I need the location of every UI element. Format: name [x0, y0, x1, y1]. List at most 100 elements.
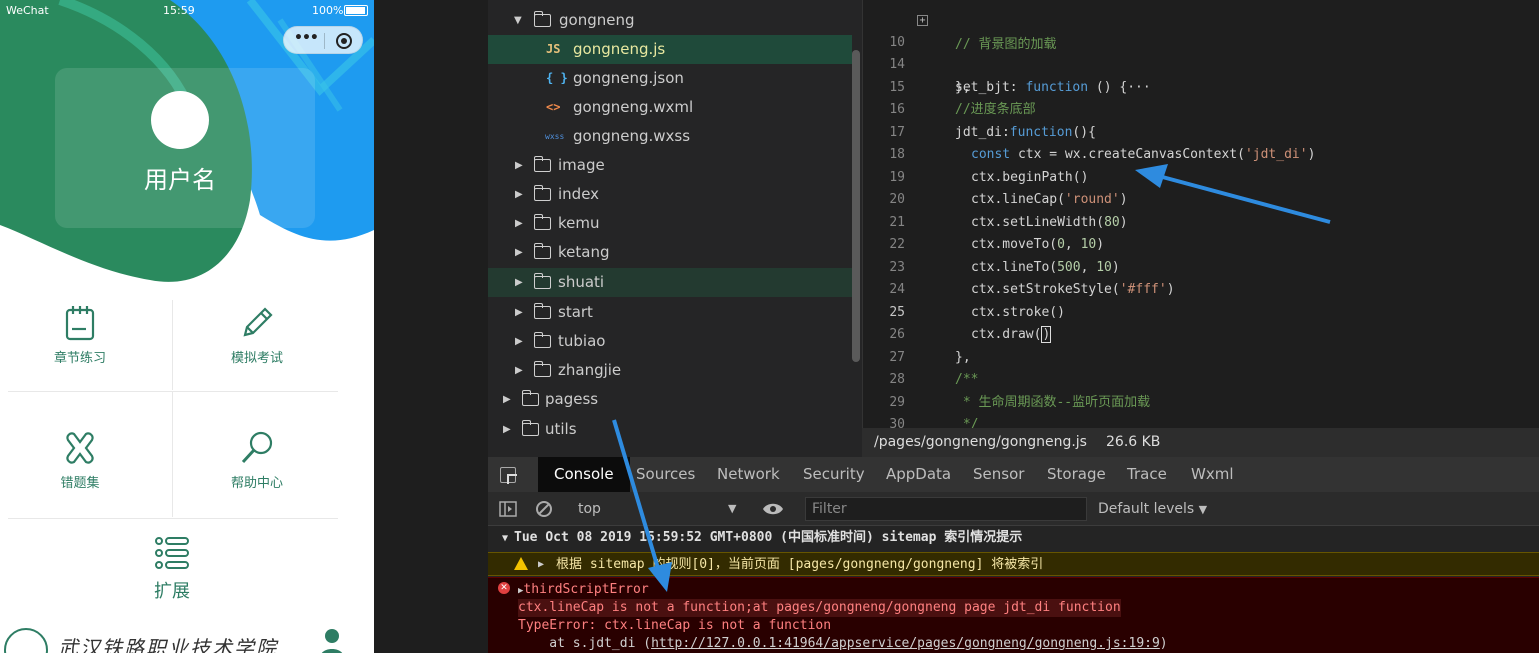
- code-line: 26 },: [863, 302, 1539, 365]
- code-line: 17 const ctx = wx.createCanvasContext('j…: [863, 99, 1539, 163]
- stack-source-link[interactable]: http://127.0.0.1:41964/appservice/pages/…: [651, 636, 1160, 651]
- tree-item-label: utils: [545, 420, 577, 438]
- file-path: /pages/gongneng/gongneng.js: [874, 434, 1087, 450]
- tree-item-label: index: [558, 185, 600, 203]
- tree-item-label: gongneng.json: [573, 69, 684, 87]
- tree-item-ketang[interactable]: ▶ ketang: [488, 238, 852, 267]
- tree-item-tubiao[interactable]: ▶ tubiao: [488, 327, 852, 356]
- menu-mistakes[interactable]: 错题集: [30, 430, 130, 491]
- code-line: 21 ctx.moveTo(0, 10): [863, 189, 1539, 253]
- collapsed-arrow-icon[interactable]: ▶: [515, 180, 523, 209]
- tree-item-gongneng-wxss[interactable]: wxss gongneng.wxss: [488, 122, 852, 151]
- collapsed-arrow-icon[interactable]: ▶: [515, 209, 523, 238]
- tree-item-label: kemu: [558, 214, 600, 232]
- tab-wxml[interactable]: Wxml: [1191, 457, 1234, 492]
- notebook-icon: [65, 306, 95, 341]
- menu-expand[interactable]: 扩展: [122, 535, 222, 603]
- folder-icon: [521, 390, 539, 406]
- folder-icon: [533, 156, 551, 172]
- collapsed-arrow-icon[interactable]: ▶: [515, 298, 523, 327]
- tree-item-label: gongneng.wxss: [573, 127, 691, 145]
- collapsed-arrow-icon[interactable]: ▶: [515, 238, 523, 267]
- error-stack: at s.jdt_di (http://127.0.0.1:41964/apps…: [518, 635, 1168, 653]
- code-line: 18 ctx.beginPath(): [863, 122, 1539, 185]
- tree-item-gongneng-wxml[interactable]: <> gongneng.wxml: [488, 93, 852, 122]
- tab-security[interactable]: Security: [803, 457, 865, 492]
- console-toolbar: top ▼ Filter Default levels ▼: [488, 492, 1539, 526]
- grid-divider: [172, 300, 173, 390]
- warning-text: 根据 sitemap 的规则[0]，当前页面 [pages/gongneng/g…: [556, 557, 1044, 572]
- school-logo-icon: [4, 628, 48, 653]
- log-levels-select[interactable]: Default levels ▼: [1098, 492, 1207, 526]
- tab-trace[interactable]: Trace: [1127, 457, 1167, 492]
- tree-item-gongneng[interactable]: ▼ gongneng: [488, 6, 852, 35]
- tree-item-gongneng-js[interactable]: JS gongneng.js: [488, 35, 852, 64]
- clock-label: 15:59: [163, 4, 195, 17]
- avatar[interactable]: [151, 91, 209, 149]
- file-tree-scrollbar[interactable]: [852, 50, 860, 362]
- expand-arrow-icon[interactable]: ▶: [538, 553, 544, 577]
- inspect-element-icon[interactable]: [500, 467, 516, 483]
- error-title[interactable]: ▶thirdScriptError: [518, 581, 649, 599]
- tree-item-label: gongneng.js: [573, 40, 666, 58]
- tree-item-kemu[interactable]: ▶ kemu: [488, 209, 852, 238]
- grid-divider: [172, 392, 173, 517]
- context-dropdown-icon[interactable]: ▼: [728, 492, 736, 526]
- tree-item-start[interactable]: ▶ start: [488, 298, 852, 327]
- tab-sources[interactable]: Sources: [636, 457, 695, 492]
- more-icon[interactable]: •••: [294, 30, 319, 46]
- tree-item-shuati[interactable]: ▶ shuati: [488, 268, 852, 297]
- clear-console-icon[interactable]: [535, 500, 553, 518]
- menu-chapter-practice[interactable]: 章节练习: [30, 305, 130, 366]
- collapsed-arrow-icon[interactable]: ▶: [515, 151, 523, 180]
- tab-sensor[interactable]: Sensor: [973, 457, 1024, 492]
- collapsed-arrow-icon[interactable]: ▶: [503, 415, 511, 444]
- menu-label: 章节练习: [53, 351, 106, 366]
- battery-icon: [344, 5, 368, 16]
- collapsed-arrow-icon[interactable]: ▶: [503, 385, 511, 414]
- menu-label: 帮助中心: [230, 476, 283, 491]
- folder-icon: [533, 214, 551, 230]
- wxml-file-icon: <>: [546, 100, 561, 114]
- console-warning[interactable]: ▶ 根据 sitemap 的规则[0]，当前页面 [pages/gongneng…: [488, 552, 1539, 576]
- tab-storage[interactable]: Storage: [1047, 457, 1106, 492]
- tab-network[interactable]: Network: [717, 457, 780, 492]
- menu-help-center[interactable]: 帮助中心: [207, 430, 307, 491]
- tree-item-utils[interactable]: ▶ utils: [488, 415, 852, 444]
- eye-icon[interactable]: [762, 502, 784, 516]
- console-filter-input[interactable]: Filter: [805, 497, 1087, 521]
- error-icon: ✕: [498, 582, 510, 594]
- tree-item-pagess[interactable]: ▶ pagess: [488, 385, 852, 414]
- code-line-current: 25 ctx.draw(): [863, 279, 1539, 343]
- sidebar-toggle-icon[interactable]: [499, 500, 517, 518]
- collapsed-arrow-icon[interactable]: ▶: [515, 327, 523, 356]
- collapsed-arrow-icon[interactable]: ▶: [515, 356, 523, 385]
- devtools-panel: Console Sources Network Security AppData…: [488, 457, 1539, 653]
- tree-item-label: image: [558, 156, 605, 174]
- tree-item-gongneng-json[interactable]: { } gongneng.json: [488, 64, 852, 93]
- tree-item-index[interactable]: ▶ index: [488, 180, 852, 209]
- collapsed-arrow-icon[interactable]: ▶: [515, 268, 523, 297]
- close-miniprogram-icon[interactable]: [336, 33, 352, 49]
- magnifier-icon: [241, 431, 273, 464]
- console-error[interactable]: ✕ ▶thirdScriptError ctx.lineCap is not a…: [488, 577, 1539, 653]
- status-bar: WeChat 15:59 100%: [0, 0, 374, 22]
- miniprogram-capsule[interactable]: •••: [283, 26, 363, 54]
- console-group-header[interactable]: ▼ Tue Oct 08 2019 15:59:52 GMT+0800 (中国标准…: [488, 526, 1539, 550]
- tree-item-zhangjie[interactable]: ▶ zhangjie: [488, 356, 852, 385]
- stack-suffix: ): [1159, 636, 1168, 651]
- fold-expand-icon[interactable]: +: [917, 15, 928, 26]
- tree-item-image[interactable]: ▶ image: [488, 151, 852, 180]
- tab-console[interactable]: Console: [538, 457, 630, 492]
- context-select[interactable]: top: [578, 492, 601, 526]
- feature-grid: 章节练习 模拟考试 错题集 帮助中心: [0, 300, 374, 525]
- warning-icon: [514, 557, 528, 570]
- code-editor[interactable]: // 背景图的加载 10 + set_bjt: function () {···…: [862, 0, 1539, 428]
- menu-mock-exam[interactable]: 模拟考试: [207, 305, 307, 366]
- tab-appdata[interactable]: AppData: [886, 457, 951, 492]
- code-line: 31 this.set_bjt(): [863, 414, 1539, 428]
- expanded-arrow-icon[interactable]: ▼: [514, 6, 522, 35]
- folder-icon: [533, 273, 551, 289]
- group-expanded-arrow-icon[interactable]: ▼: [502, 533, 508, 544]
- tree-item-label: zhangjie: [558, 361, 622, 379]
